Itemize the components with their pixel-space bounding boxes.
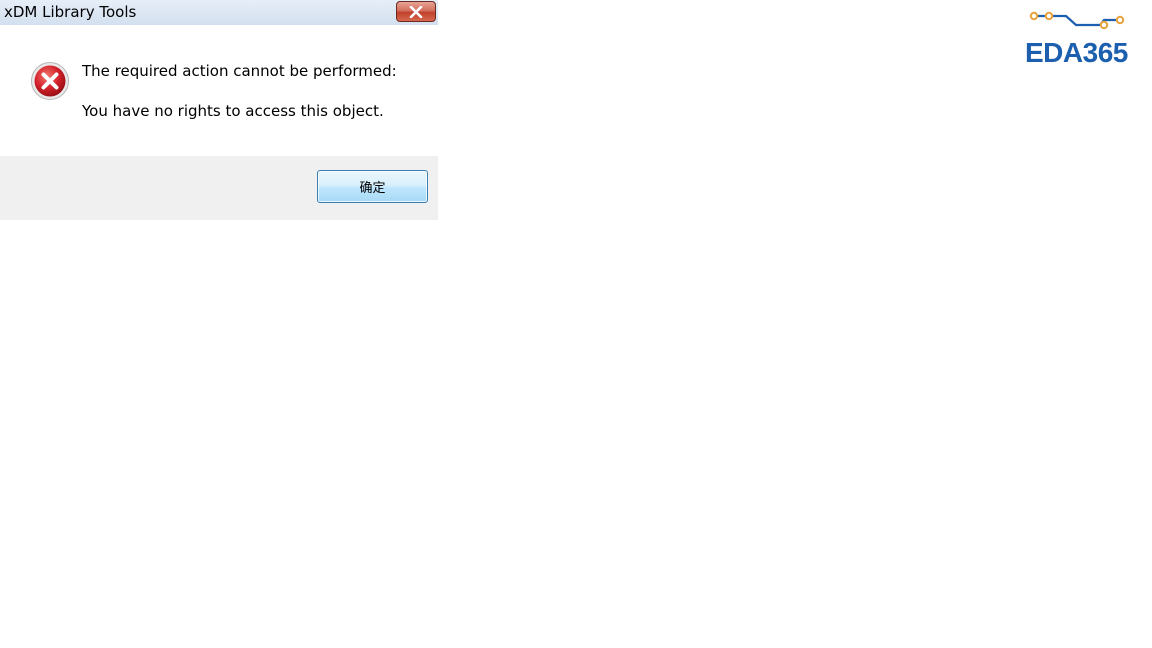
- screen: xDM Library Tools The required action ca…: [0, 0, 1152, 648]
- error-icon: [30, 61, 70, 101]
- window-title: xDM Library Tools: [4, 3, 137, 21]
- ok-button[interactable]: 确定: [317, 170, 428, 203]
- dialog-body: The required action cannot be performed:…: [0, 25, 438, 156]
- title-bar[interactable]: xDM Library Tools: [0, 0, 438, 25]
- close-button[interactable]: [396, 1, 436, 22]
- message-heading: The required action cannot be performed:: [82, 62, 397, 80]
- error-dialog: xDM Library Tools The required action ca…: [0, 0, 438, 220]
- message-detail: You have no rights to access this object…: [82, 102, 384, 120]
- logo-text: EDA365: [1025, 37, 1128, 68]
- dialog-footer: 确定: [0, 156, 438, 220]
- close-icon: [409, 5, 423, 18]
